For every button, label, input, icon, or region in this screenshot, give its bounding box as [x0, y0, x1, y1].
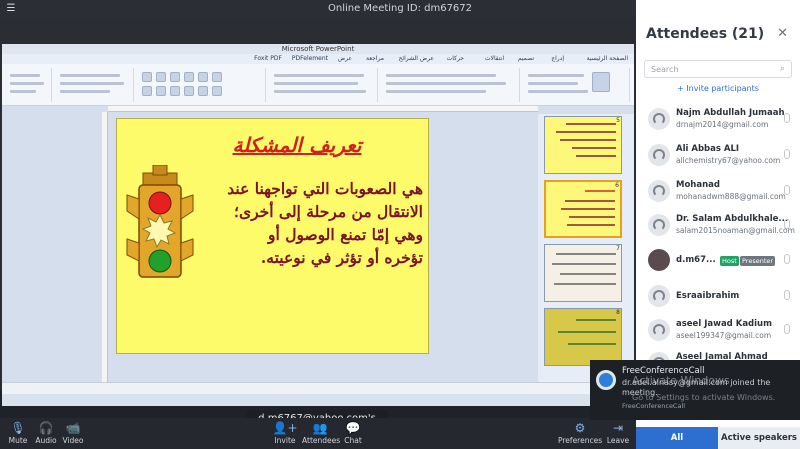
slide-line: تؤخره أو تؤثر في نوعيته.: [260, 248, 423, 267]
video-camera-icon: 📹: [65, 421, 81, 435]
join-notification[interactable]: FreeConferenceCall dr.adel.alnasy@gmail.…: [590, 360, 800, 420]
chat-button[interactable]: 💬 Chat: [340, 420, 366, 448]
host-badge: Host: [720, 256, 739, 266]
ppt-tab: حركات: [446, 55, 464, 62]
presenter-badge: Presenter: [740, 256, 776, 266]
headset-icon: [648, 144, 670, 166]
attendee-row[interactable]: Najm Abdullah Jumaah drnajm2014@gmail.co…: [636, 102, 800, 136]
headset-icon: [648, 214, 670, 236]
slide-body-text: هي الصعوبات التي تواجهنا عند الانتقال من…: [183, 177, 423, 269]
meeting-toolbar: 🎙 Mute 🎧 Audio 📹 Video 👤+ Invite 👥 Atten…: [0, 418, 636, 449]
headset-icon: [648, 319, 670, 341]
attendees-title: Attendees (21): [646, 26, 765, 42]
slide-line: وهي إمّا تمنع الوصول أو: [268, 225, 423, 244]
tab-active-speakers[interactable]: Active speakers: [718, 427, 800, 449]
add-person-icon: 👤+: [272, 421, 298, 435]
tab-all[interactable]: All: [636, 427, 718, 449]
video-button[interactable]: 📹 Video: [60, 420, 86, 448]
invite-participants-link[interactable]: + Invite participants: [636, 84, 800, 93]
horizontal-ruler: [108, 106, 538, 112]
search-icon: ⌕: [779, 64, 785, 74]
close-icon[interactable]: ✕: [777, 26, 788, 41]
microphone-icon: [784, 219, 790, 229]
powerpoint-window: Microsoft PowerPoint الصفحة الرئيسية إدر…: [2, 44, 634, 406]
attendee-row[interactable]: Esraaibrahim: [636, 279, 800, 313]
headset-icon: [648, 285, 670, 307]
ppt-tab: الصفحة الرئيسية: [586, 55, 628, 62]
ribbon-group-slides: [522, 68, 630, 102]
ppt-tab: Foxit PDF: [254, 55, 282, 62]
ppt-ribbon: [2, 64, 634, 106]
ppt-status-bar: [2, 394, 634, 406]
ppt-notes-pane[interactable]: [2, 382, 634, 394]
slide-thumbnail[interactable]: 5: [544, 116, 622, 174]
slide-thumbnail[interactable]: 8: [544, 308, 622, 366]
exit-icon: ⇥: [612, 421, 624, 435]
attendee-filter-tabs: All Active speakers: [636, 427, 800, 449]
slide-line: الانتقال من مرحلة إلى أخرى؛: [234, 202, 423, 221]
audio-button[interactable]: 🎧 Audio: [32, 420, 60, 448]
attendee-row[interactable]: aseel Jawad Kadium aseel199347@gmail.com: [636, 313, 800, 347]
ppt-tab: انتقالات: [484, 55, 504, 62]
attendee-row[interactable]: Ali Abbas ALI allchemistry67@yahoo.com: [636, 138, 800, 172]
microphone-icon: 🎙: [10, 421, 26, 435]
slide-thumbnail-panel: 5 6 7 8: [538, 106, 634, 382]
activate-windows-subtitle: Go to Settings to activate Windows.: [632, 393, 776, 402]
headset-icon: [648, 180, 670, 202]
microphone-icon: [784, 149, 790, 159]
activate-windows-watermark: Activate Windows: [632, 374, 730, 387]
chat-bubble-icon: 💬: [345, 421, 361, 435]
ppt-tab: مراجعة: [365, 55, 384, 62]
meeting-app: ☰ Online Meeting ID: dm67672 — ☐ ✕ Micro…: [0, 0, 800, 449]
microphone-icon: [784, 113, 790, 123]
headset-icon: [648, 108, 670, 130]
headset-icon: 🎧: [38, 421, 54, 435]
preferences-button[interactable]: ⚙ Preferences: [558, 420, 602, 448]
microphone-icon: [784, 324, 790, 334]
people-icon: 👥: [312, 421, 328, 435]
thumbnail-panel-header: [538, 106, 634, 114]
ppt-tab: PDFelement: [291, 55, 328, 62]
ppt-ribbon-tabs: الصفحة الرئيسية إدراج تصميم انتقالات حرك…: [2, 54, 634, 64]
microphone-icon: [784, 254, 790, 264]
ppt-tab: عرض: [337, 55, 352, 62]
avatar: [648, 249, 670, 271]
attendee-row-host[interactable]: d.m67... Host Presenter: [636, 243, 800, 277]
ppt-tab: تصميم: [517, 55, 534, 62]
ppt-workspace: تعريف المشكلة هي الصعوبات التي تواجهنا ع…: [2, 106, 634, 382]
ribbon-group: [54, 68, 134, 102]
slide-thumbnail-selected[interactable]: 6: [544, 180, 622, 238]
shared-screen: Microsoft PowerPoint الصفحة الرئيسية إدر…: [0, 18, 636, 442]
gear-icon: ⚙: [574, 421, 586, 435]
microphone-icon: [784, 185, 790, 195]
slide-title: تعريف المشكلة: [232, 133, 362, 157]
mute-button[interactable]: 🎙 Mute: [4, 420, 32, 448]
freeconferencecall-logo-icon: [596, 370, 616, 390]
slide-thumbnail[interactable]: 7: [544, 244, 622, 302]
slide-line: هي الصعوبات التي تواجهنا عند: [227, 179, 423, 198]
invite-button[interactable]: 👤+ Invite: [270, 420, 300, 448]
vertical-ruler: [102, 112, 108, 382]
attendees-header: Attendees (21) ✕: [636, 18, 800, 52]
ribbon-group-font: [380, 68, 520, 102]
ribbon-group-drawing: [136, 68, 266, 102]
microphone-icon: [784, 290, 790, 300]
attendee-row[interactable]: Mohanad mohanadwm888@gmail.com: [636, 174, 800, 208]
attendee-row[interactable]: Dr. Salam Abdulkhale... salam2015noaman@…: [636, 208, 800, 242]
attendees-button[interactable]: 👥 Attendees: [302, 420, 340, 448]
ribbon-group: [6, 68, 52, 102]
ppt-title-bar: Microsoft PowerPoint: [2, 44, 634, 54]
slide-canvas[interactable]: تعريف المشكلة هي الصعوبات التي تواجهنا ع…: [116, 118, 429, 354]
leave-button[interactable]: ⇥ Leave: [604, 420, 632, 448]
search-input[interactable]: Search ⌕: [644, 60, 792, 78]
ribbon-group-paragraph: [268, 68, 378, 102]
ppt-tab: عرض الشرائح: [398, 55, 434, 62]
ppt-tab: إدراج: [551, 55, 564, 62]
